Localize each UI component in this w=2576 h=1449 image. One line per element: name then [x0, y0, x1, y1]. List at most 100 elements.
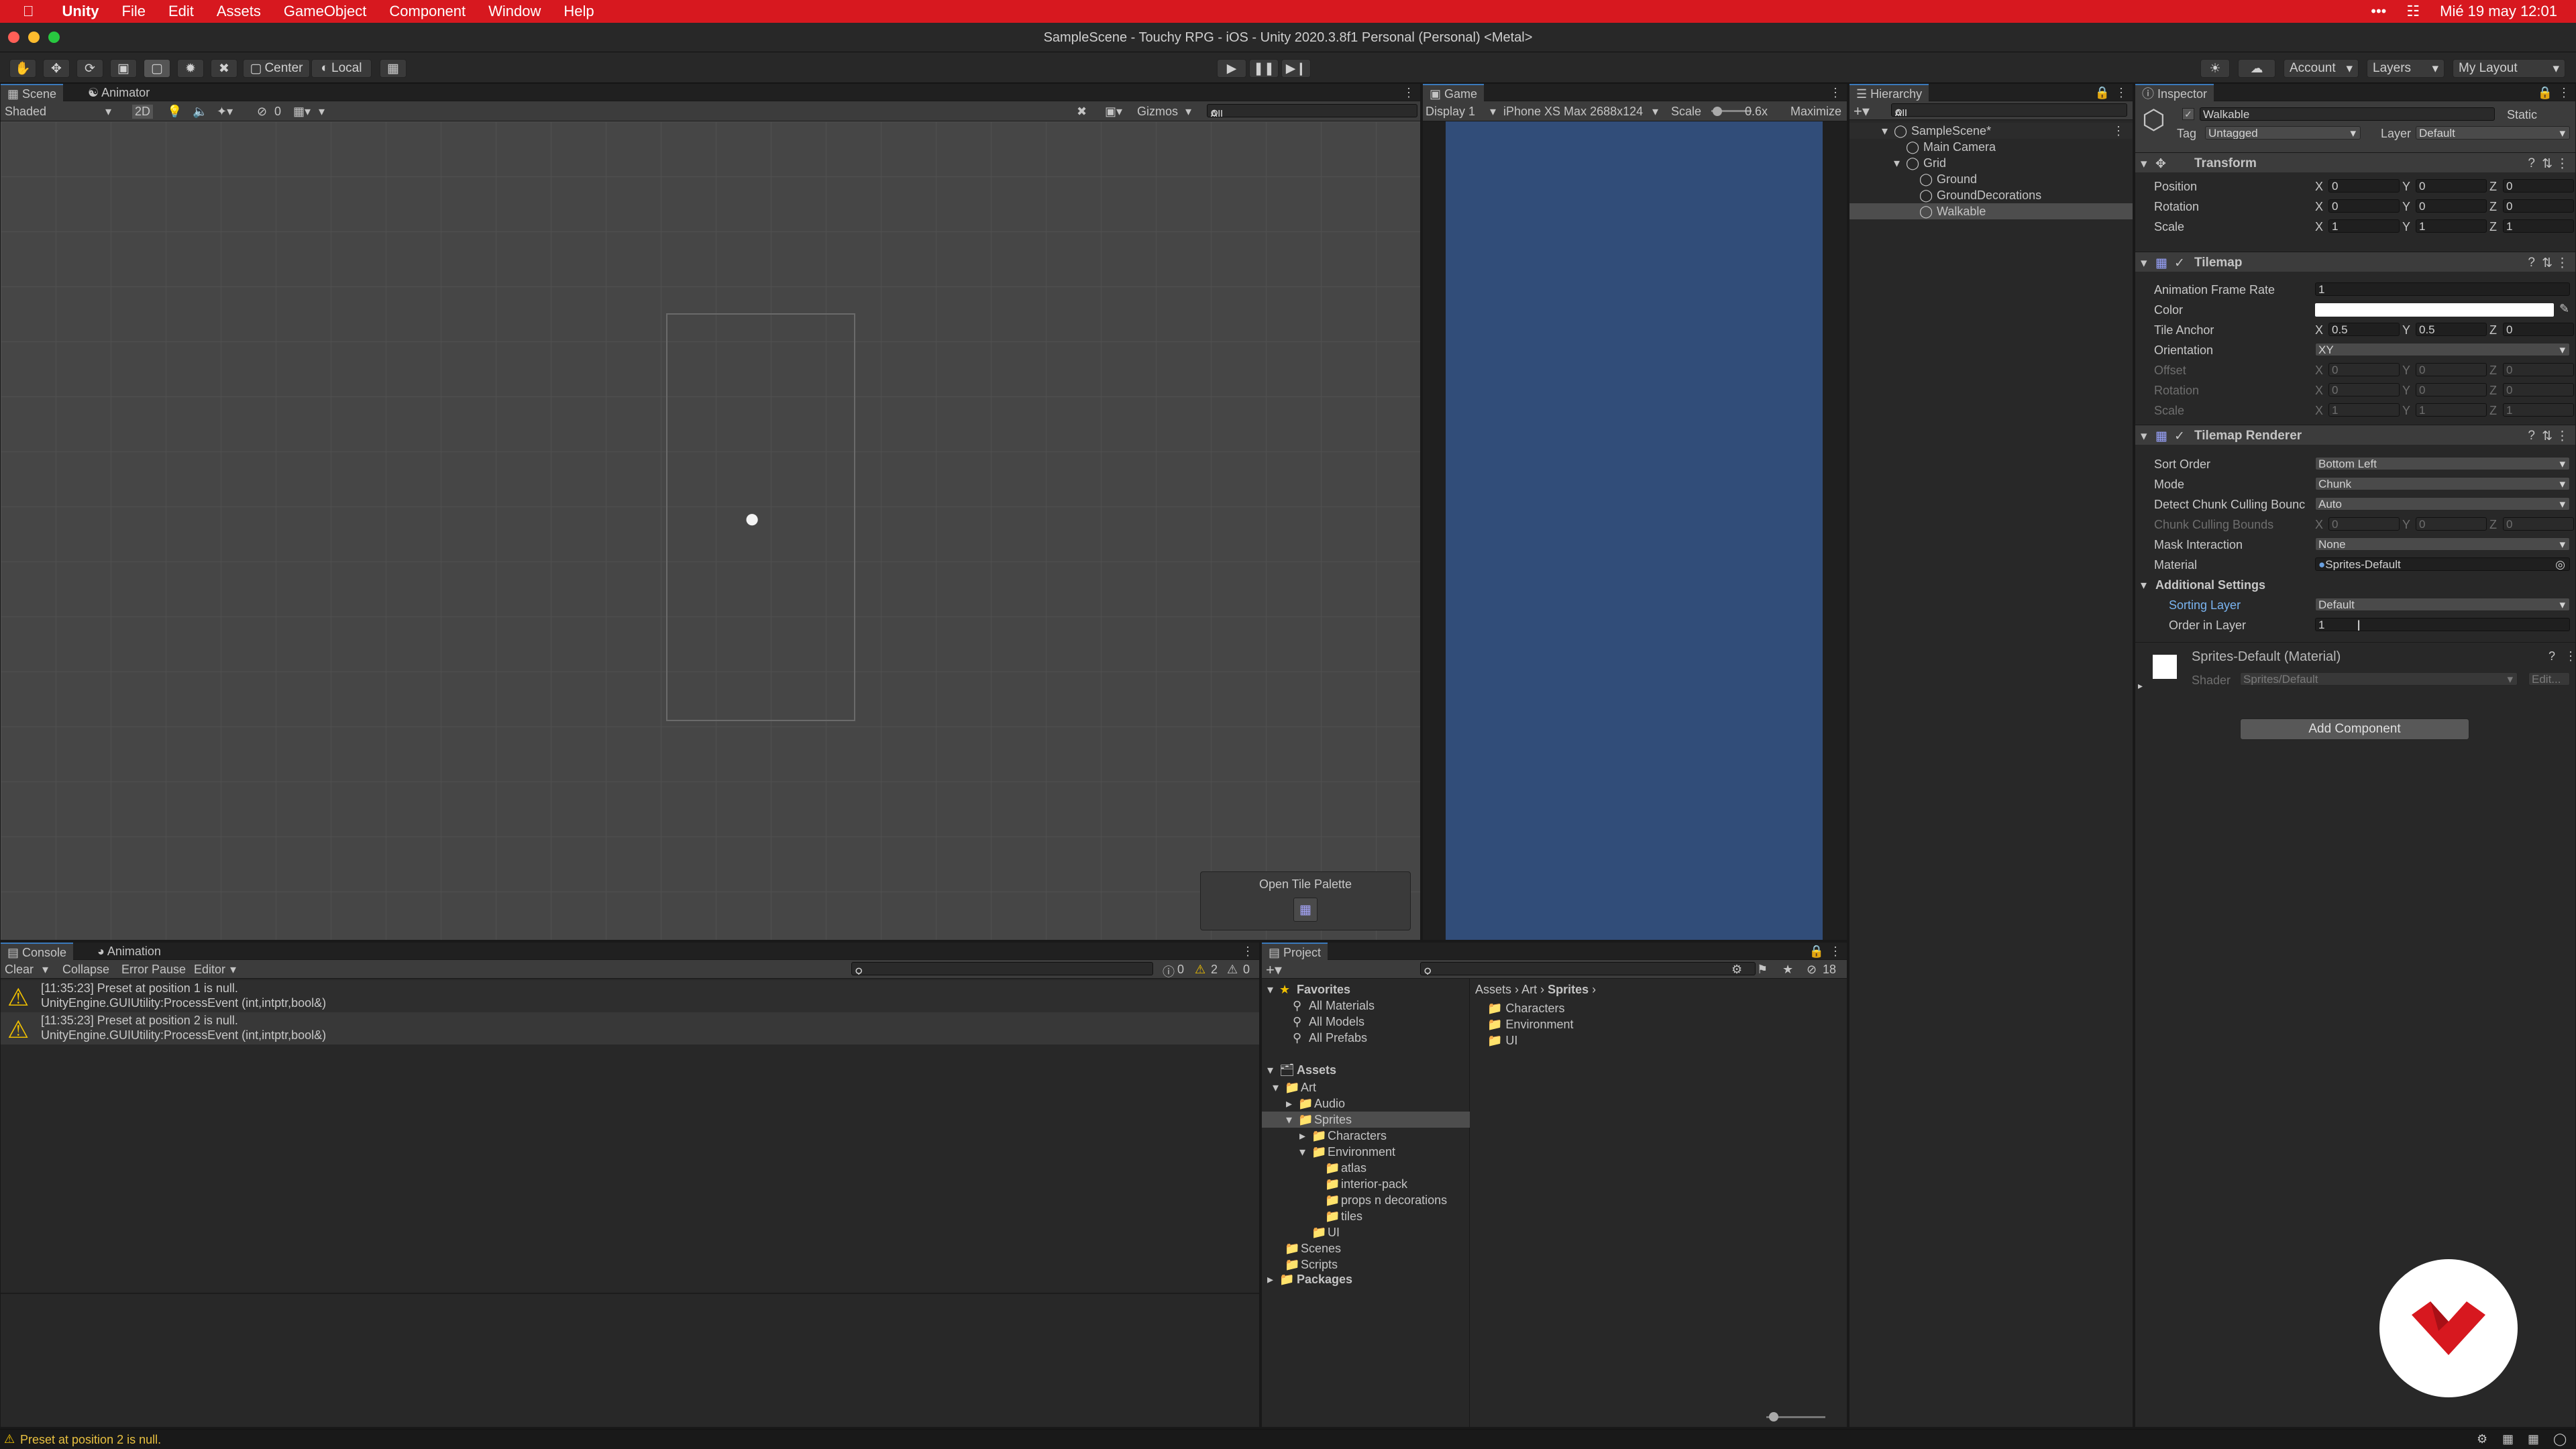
hierarchy-search-input[interactable]: ⚲ All — [1891, 103, 2127, 117]
mask-interaction-dropdown[interactable]: None ▾ — [2315, 537, 2570, 551]
menu-file[interactable]: File — [122, 3, 146, 20]
sort-order-dropdown[interactable]: Bottom Left ▾ — [2315, 457, 2570, 470]
layout-dropdown[interactable]: My Layout ▾ — [2453, 59, 2565, 78]
x-axis-label[interactable]: X — [2315, 220, 2323, 234]
zoom-window-button[interactable] — [48, 32, 60, 43]
tab-hierarchy[interactable]: ☰ Hierarchy — [1849, 84, 1929, 101]
breadcrumb-item[interactable]: Assets — [1475, 983, 1511, 996]
component-menu-icon[interactable]: ⋮ — [2556, 156, 2569, 172]
project-tree-item[interactable]: 📁 Scripts — [1262, 1256, 1470, 1273]
maximize-toggle[interactable]: Maximize — [1790, 105, 1844, 119]
tab-project[interactable]: ▤ Project — [1262, 943, 1328, 960]
expand-arrow-icon[interactable]: ▾ — [1882, 124, 1888, 138]
resolution-dropdown[interactable]: iPhone XS Max 2688x124 — [1503, 105, 1652, 119]
scene-search-input[interactable]: ⚲ All — [1207, 104, 1417, 117]
tab-inspector[interactable]: ⓘ Inspector — [2135, 84, 2214, 101]
y-axis-label[interactable]: Y — [2402, 384, 2410, 398]
hand-tool-button[interactable]: ✋ — [9, 59, 36, 78]
expand-arrow-icon[interactable]: ▾ — [1299, 1145, 1305, 1159]
x-axis-label[interactable]: X — [2315, 364, 2323, 378]
folder-item[interactable]: 📁 Characters — [1487, 1002, 1564, 1016]
preset-icon[interactable]: ⇅ — [2542, 156, 2553, 172]
component-menu-icon[interactable]: ⋮ — [2565, 649, 2576, 663]
expand-arrow-icon[interactable]: ▾ — [1267, 983, 1273, 997]
orientation-offset-x-input[interactable]: 0 — [2328, 363, 2400, 376]
cloud-button[interactable]: ☁ — [2238, 59, 2275, 78]
frame-rate-input[interactable]: 1 — [2315, 282, 2570, 296]
expand-arrow-icon[interactable]: ▸ — [1299, 1129, 1305, 1143]
lighting-button[interactable]: ☀ — [2200, 59, 2230, 78]
foldout-arrow-icon[interactable]: ▾ — [2141, 156, 2147, 172]
order-in-layer-input[interactable]: 1 — [2315, 618, 2570, 631]
expand-arrow-icon[interactable]: ▸ — [1267, 1273, 1273, 1287]
orientation-offset-z-input[interactable]: 0 — [2503, 363, 2574, 376]
cache-icon[interactable]: ▦ — [2528, 1432, 2539, 1446]
control-center-icon[interactable]: ☷ — [2406, 3, 2420, 20]
add-component-button[interactable]: Add Component — [2240, 718, 2469, 740]
project-tree-item[interactable]: ▾ 📁 Sprites — [1262, 1112, 1470, 1128]
hidden-objects-icon[interactable]: ⊘ — [257, 105, 267, 119]
z-axis-label[interactable]: Z — [2489, 404, 2497, 418]
panel-menu-icon[interactable]: ⋮ — [1242, 945, 1254, 957]
project-tree-item[interactable]: 📁 atlas — [1262, 1160, 1470, 1176]
gizmos-dropdown[interactable]: Gizmos — [1137, 105, 1178, 119]
hierarchy-item-selected[interactable]: ◯ Walkable — [1849, 203, 2133, 219]
layer-dropdown[interactable]: Default ▾ — [2416, 126, 2570, 140]
tab-game[interactable]: ▣ Game — [1423, 84, 1485, 101]
renderer-enabled-checkbox[interactable]: ✓ — [2174, 429, 2185, 444]
foldout-arrow-icon[interactable]: ▸ — [2138, 680, 2143, 692]
orientation-offset-y-input[interactable]: 0 — [2416, 363, 2487, 376]
scale-tool-button[interactable]: ▣ — [110, 59, 137, 78]
rect-tool-button[interactable]: ▢ — [144, 59, 170, 78]
tile-anchor-y-input[interactable]: 0.5 — [2416, 323, 2487, 336]
custom-tool-button[interactable]: ✖ — [211, 59, 237, 78]
menu-help[interactable]: Help — [564, 3, 594, 20]
mode-dropdown[interactable]: Chunk ▾ — [2315, 477, 2570, 490]
layers-dropdown[interactable]: Layers ▾ — [2367, 59, 2445, 78]
hierarchy-item[interactable]: ◯ Ground — [1849, 171, 2133, 187]
hierarchy-item[interactable]: ◯ Main Camera — [1849, 139, 2133, 155]
pivot-local-button[interactable]: ◐ Local — [311, 59, 372, 78]
orientation-dropdown[interactable]: XY ▾ — [2315, 343, 2570, 356]
y-axis-label[interactable]: Y — [2402, 180, 2410, 194]
thumbnail-size-thumb[interactable] — [1769, 1412, 1778, 1421]
y-axis-label[interactable]: Y — [2402, 220, 2410, 234]
help-icon[interactable]: ? — [2528, 256, 2535, 270]
transform-position-x-input[interactable]: 0 — [2328, 179, 2400, 193]
transform-rotation-z-input[interactable]: 0 — [2503, 199, 2574, 213]
error-pause-button[interactable]: Error Pause — [121, 963, 186, 977]
console-search-input[interactable]: ⚲ — [851, 962, 1153, 975]
create-button[interactable]: +▾ — [1266, 961, 1282, 979]
status-message[interactable]: Preset at position 2 is null. — [20, 1433, 161, 1447]
close-window-button[interactable] — [8, 32, 19, 43]
project-tree-item[interactable]: 📁 UI — [1262, 1224, 1470, 1240]
step-button[interactable]: ▶❙ — [1281, 59, 1311, 78]
foldout-arrow-icon[interactable]: ▾ — [2141, 578, 2147, 592]
hierarchy-item[interactable]: ◯ GroundDecorations — [1849, 187, 2133, 203]
grid-toggle-icon[interactable]: ▦▾ — [293, 105, 311, 119]
z-axis-label[interactable]: Z — [2489, 364, 2497, 378]
editor-dropdown[interactable]: Editor — [194, 963, 225, 977]
camera-toggle-icon[interactable]: ▣▾ — [1105, 105, 1122, 119]
y-axis-label[interactable]: Y — [2402, 200, 2410, 214]
sorting-layer-dropdown[interactable]: Default ▾ — [2315, 598, 2570, 611]
move-tool-button[interactable]: ✥ — [43, 59, 70, 78]
minimize-window-button[interactable] — [28, 32, 40, 43]
transform-position-y-input[interactable]: 0 — [2416, 179, 2487, 193]
project-tree-item[interactable]: ▾ 📁 Environment — [1262, 1144, 1470, 1160]
expand-arrow-icon[interactable]: ▾ — [1267, 1063, 1273, 1077]
foldout-arrow-icon[interactable]: ▾ — [2141, 429, 2147, 444]
foldout-arrow-icon[interactable]: ▾ — [2141, 256, 2147, 271]
material-field[interactable]: ●Sprites-Default ◎ — [2315, 557, 2570, 571]
camera-gizmo-icon[interactable]: ● — [744, 505, 760, 532]
menu-edit[interactable]: Edit — [168, 3, 194, 20]
transform-position-z-input[interactable]: 0 — [2503, 179, 2574, 193]
static-toggle[interactable]: Static — [2507, 108, 2537, 122]
orientation-scale-x-input[interactable]: 1 — [2328, 403, 2400, 417]
grid-snap-button[interactable]: ▦ — [380, 59, 407, 78]
hierarchy-item[interactable]: ▾ ◯ Grid — [1849, 155, 2133, 171]
toggle-2d-button[interactable]: 2D — [132, 105, 154, 119]
console-entry[interactable]: ⚠ [11:35:23] Preset at position 1 is nul… — [1, 980, 1259, 1012]
rotate-tool-button[interactable]: ⟳ — [76, 59, 103, 78]
help-icon[interactable]: ? — [2528, 429, 2535, 443]
